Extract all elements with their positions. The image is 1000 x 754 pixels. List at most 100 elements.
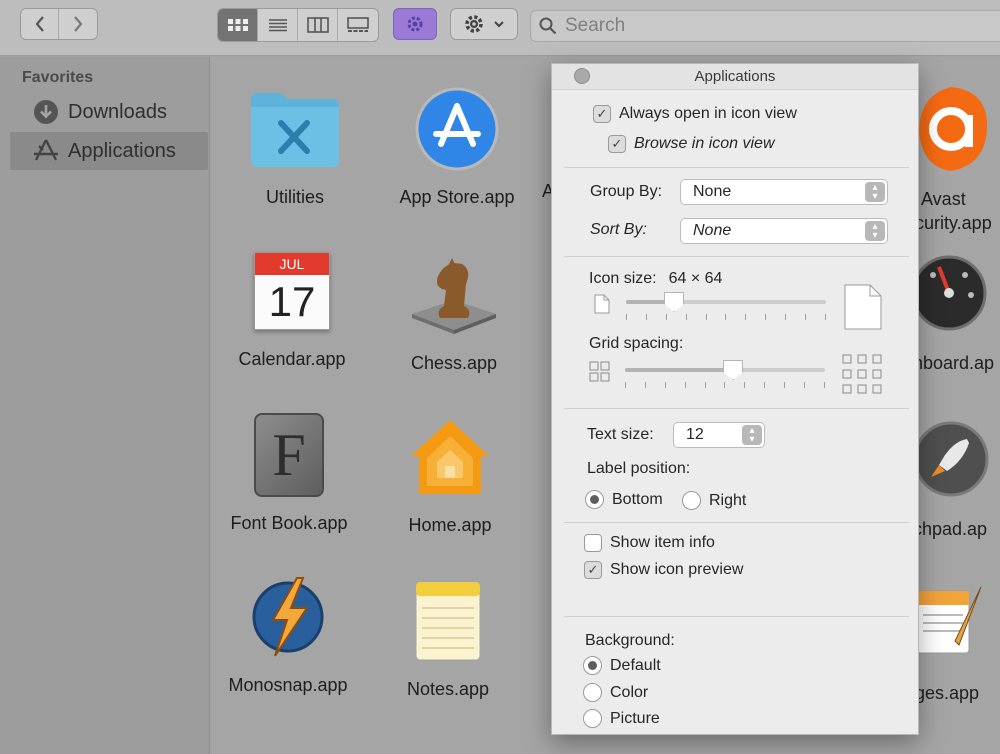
divider [564, 167, 909, 168]
browse-icon-view-checkbox[interactable]: ✓ Browse in icon view [608, 135, 775, 153]
checkmark-icon: ✓ [584, 561, 602, 579]
app-item-monosnap[interactable]: Monosnap.app [208, 569, 368, 696]
app-item-app-store[interactable]: App Store.app [377, 81, 537, 208]
pages-label: ges.app [915, 683, 980, 703]
checkbox-label: Browse in icon view [634, 135, 775, 152]
checkbox-label: Always open in icon view [619, 105, 797, 122]
app-label: Chess.app [410, 353, 498, 373]
sidebar-item-label: Applications [68, 139, 176, 162]
sidebar-item-downloads[interactable]: Downloads [10, 93, 208, 131]
tight-grid-icon [589, 361, 610, 382]
avast-icon[interactable] [911, 81, 991, 177]
gallery-view-button[interactable] [338, 9, 378, 41]
list-view-button[interactable] [258, 9, 298, 41]
sort-by-value: None [693, 222, 732, 239]
app-item-chess[interactable]: Chess.app [374, 247, 534, 374]
sidebar-item-label: Downloads [68, 100, 167, 123]
monosnap-icon [240, 569, 336, 665]
radio-indicator [583, 709, 602, 728]
radio-indicator [682, 491, 701, 510]
avast-label-line2: curity.app [915, 213, 992, 233]
app-label: Calendar.app [238, 349, 346, 369]
app-item-calendar[interactable]: JUL 17 Calendar.app [212, 243, 372, 370]
group-by-value: None [693, 183, 732, 200]
background-picture-radio[interactable]: Picture [583, 709, 660, 728]
icon-size-value: 64 × 64 [668, 270, 723, 287]
view-options-panel: Applications ✓ Always open in icon view … [551, 63, 919, 735]
radio-label: Bottom [612, 490, 663, 508]
always-open-icon-view-checkbox[interactable]: ✓ Always open in icon view [593, 105, 797, 123]
avast-label-line1: Avast [921, 189, 966, 209]
checkmark-icon: ✓ [608, 135, 626, 153]
chevron-right-icon [74, 16, 83, 32]
calendar-day: 17 [268, 278, 316, 325]
group-by-label: Group By: [590, 183, 663, 200]
app-item-home[interactable]: Home.app [370, 409, 530, 536]
radio-label: Picture [610, 709, 660, 727]
select-arrows-icon: ▴ ▾ [865, 182, 885, 202]
forward-button[interactable] [59, 9, 97, 39]
grid-spacing-slider[interactable] [625, 358, 825, 384]
icon-view-button[interactable] [218, 9, 258, 41]
slider-ticks [626, 314, 826, 320]
slider-knob[interactable] [664, 292, 684, 312]
app-item-notes[interactable]: Notes.app [368, 573, 528, 700]
sort-by-label: Sort By: [590, 221, 647, 238]
icon-size-slider[interactable] [626, 290, 826, 316]
utilities-folder-icon [247, 81, 343, 177]
chevron-left-icon [35, 16, 44, 32]
column-view-button[interactable] [298, 9, 338, 41]
applications-icon [32, 137, 60, 165]
notes-icon [400, 573, 496, 669]
pages-icon[interactable] [909, 581, 989, 661]
background-default-radio[interactable]: Default [583, 656, 661, 675]
panel-close-button[interactable] [574, 68, 590, 84]
back-button[interactable] [21, 9, 59, 39]
radio-indicator [583, 683, 602, 702]
sidebar-item-applications[interactable]: Applications [10, 132, 208, 170]
slider-ticks [625, 382, 825, 388]
search-input[interactable] [565, 15, 965, 37]
app-label: Notes.app [406, 679, 490, 699]
list-icon [268, 19, 287, 32]
sidebar: Favorites Downloads Applications [0, 57, 210, 754]
search-field[interactable] [530, 10, 1000, 42]
launchpad-label: chpad.ap [913, 519, 988, 539]
icon-size-label: Icon size: [589, 270, 657, 287]
radio-label: Right [709, 491, 747, 509]
calendar-page: JUL 17 [254, 252, 330, 330]
app-store-icon [409, 81, 505, 177]
sidebar-heading-favorites: Favorites [22, 69, 94, 86]
background-label: Background: [585, 632, 675, 649]
app-item-font-book[interactable]: F Font Book.app [209, 407, 369, 534]
grid-spacing-label: Grid spacing: [589, 335, 684, 352]
small-document-icon [594, 294, 610, 314]
chevron-down-icon [494, 21, 504, 28]
slider-knob[interactable] [723, 360, 743, 380]
app-label: Monosnap.app [228, 675, 348, 695]
checkmark-icon: ✓ [593, 105, 611, 123]
wide-grid-icon [842, 354, 882, 394]
app-label: App Store.app [399, 187, 515, 207]
select-arrows-icon: ▴ ▾ [742, 425, 762, 445]
label-position-label: Label position: [587, 460, 691, 477]
show-item-info-checkbox[interactable]: Show item info [584, 534, 715, 552]
app-item-utilities[interactable]: Utilities [215, 81, 375, 208]
text-size-select[interactable]: 12 ▴ ▾ [673, 422, 765, 448]
label-position-bottom-radio[interactable]: Bottom [585, 490, 663, 509]
action-menu-button[interactable] [450, 8, 518, 40]
dashboard-icon[interactable] [909, 253, 989, 333]
gear-badge-icon [407, 16, 423, 32]
purple-toolbar-button[interactable] [393, 8, 437, 40]
panel-title: Applications [552, 64, 918, 90]
background-color-radio[interactable]: Color [583, 683, 648, 702]
group-by-select[interactable]: None ▴ ▾ [680, 179, 888, 205]
label-position-right-radio[interactable]: Right [682, 491, 746, 510]
toolbar [0, 0, 1000, 56]
home-icon [402, 409, 498, 505]
launchpad-icon[interactable] [911, 419, 991, 499]
show-icon-preview-checkbox[interactable]: ✓ Show icon preview [584, 561, 743, 579]
sort-by-select[interactable]: None ▴ ▾ [680, 218, 888, 244]
font-book-icon: F [241, 407, 337, 503]
radio-label: Color [610, 683, 649, 701]
